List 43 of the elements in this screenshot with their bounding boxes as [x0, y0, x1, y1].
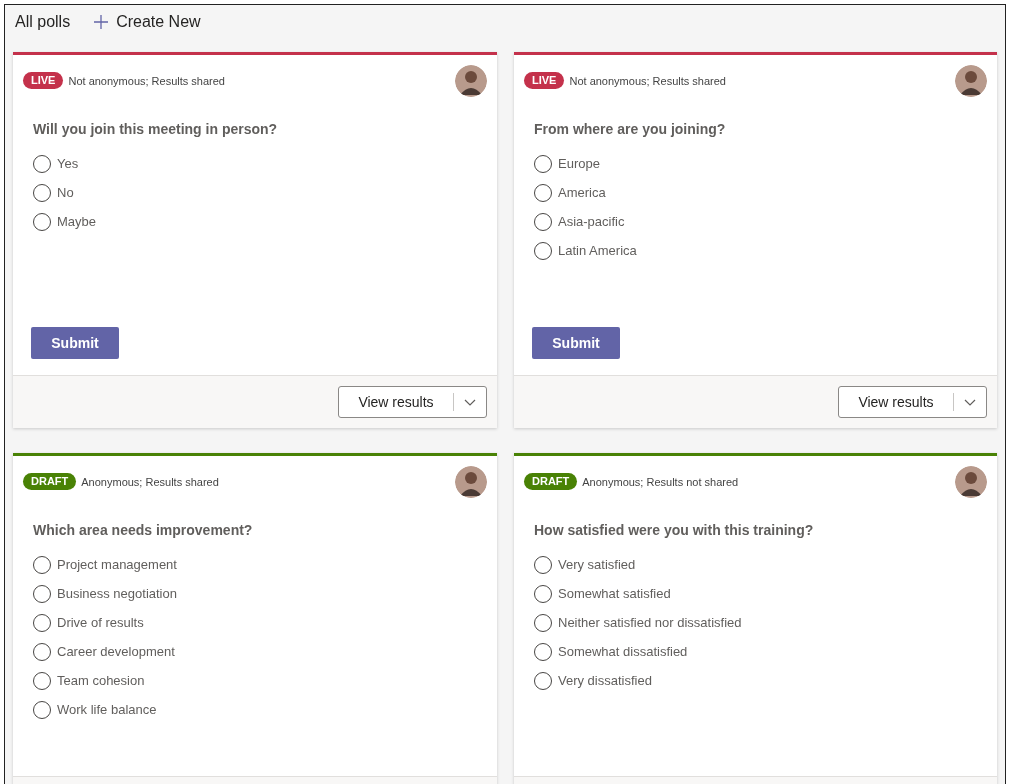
view-results-button[interactable]: View results [838, 386, 987, 418]
option-label: Project management [57, 557, 177, 572]
poll-settings: Anonymous; Results not shared [582, 475, 739, 488]
option-label: Asia-pacific [558, 214, 625, 229]
avatar-icon [955, 466, 987, 498]
create-new-button[interactable]: Create New [94, 13, 201, 31]
poll-question: From where are you joining? [534, 121, 726, 137]
option-label: Business negotiation [57, 586, 177, 601]
poll-settings: Not anonymous; Results shared [569, 74, 726, 87]
submit-button[interactable]: Submit [532, 327, 620, 359]
avatar-icon [955, 65, 987, 97]
poll-settings: Not anonymous; Results shared [68, 74, 225, 87]
option-label: America [558, 185, 606, 200]
submit-button[interactable]: Submit [31, 327, 119, 359]
option-label: Drive of results [57, 615, 144, 630]
option-label: No [57, 185, 74, 200]
option-label: Europe [558, 156, 600, 171]
status-badge: DRAFT [23, 473, 77, 490]
option-label: Yes [57, 156, 79, 171]
status-badge: LIVE [23, 72, 64, 89]
option-label: Team cohesion [57, 673, 145, 688]
poll-question: How satisfied were you with this training? [534, 522, 814, 538]
option-label: Latin America [558, 243, 637, 258]
poll-question: Which area needs improvement? [33, 522, 253, 538]
option-label: Somewhat satisfied [558, 586, 671, 601]
option-label: Somewhat dissatisfied [558, 644, 688, 659]
plus-icon [94, 15, 109, 29]
chevron-down-icon [464, 398, 476, 406]
poll-settings: Anonymous; Results shared [81, 475, 219, 488]
option-label: Very satisfied [558, 557, 636, 572]
page-title: All polls [15, 13, 71, 31]
option-label: Very dissatisfied [558, 673, 652, 688]
option-label: Work life balance [57, 702, 157, 717]
chevron-down-icon [964, 398, 976, 406]
option-label: Career development [57, 644, 175, 659]
option-label: Neither satisfied nor dissatisfied [558, 615, 742, 630]
status-badge: DRAFT [524, 473, 578, 490]
poll-question: Will you join this meeting in person? [33, 121, 278, 137]
view-results-button[interactable]: View results [338, 386, 487, 418]
avatar-icon [455, 65, 487, 97]
status-badge: LIVE [524, 72, 565, 89]
avatar-icon [455, 466, 487, 498]
option-label: Maybe [57, 214, 97, 229]
